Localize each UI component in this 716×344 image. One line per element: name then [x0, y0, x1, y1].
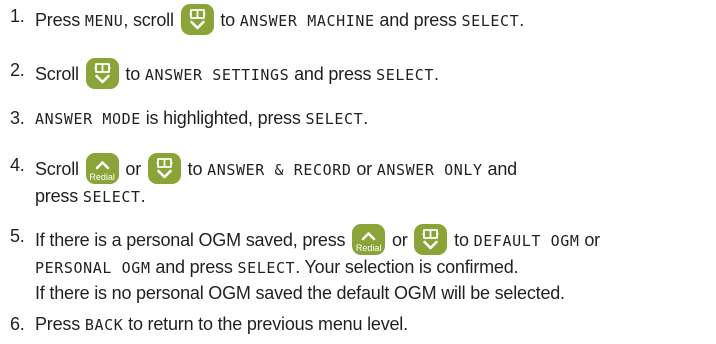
phonebook-down-key-icon — [180, 4, 214, 35]
step-number: 3. — [10, 108, 25, 128]
instruction-text: . — [433, 64, 439, 84]
instruction-text: or — [120, 159, 146, 179]
step-text: Scroll to ANSWER SETTINGS and press SELE… — [35, 58, 715, 89]
instruction-text: or — [351, 159, 377, 179]
step-text: ANSWER MODE is highlighted, press SELECT… — [35, 106, 715, 132]
display-text: PERSONAL OGM — [35, 259, 151, 277]
redial-label: Redial — [89, 172, 115, 182]
display-text: DEFAULT OGM — [473, 232, 580, 250]
instruction-text: Scroll — [35, 159, 84, 179]
instruction-text: to — [449, 230, 474, 250]
display-text: SELECT — [461, 12, 520, 30]
display-text: SELECT — [82, 188, 141, 206]
phonebook-down-key-icon — [414, 224, 448, 255]
step-number: 2. — [10, 60, 25, 80]
step-text: Press MENU, scroll to ANSWER MACHINE and… — [35, 4, 715, 35]
step-text: Press BACK to return to the previous men… — [35, 312, 715, 338]
instruction-text: , scroll — [123, 10, 179, 30]
instruction-text: or — [579, 230, 600, 250]
step-text: If there is a personal OGM saved, press … — [35, 224, 715, 306]
display-text: SELECT — [237, 259, 296, 277]
redial-label: Redial — [355, 243, 382, 253]
instruction-text: Press — [35, 314, 85, 334]
instruction-text: If there is a personal OGM saved, press — [35, 230, 351, 250]
instruction-text: . — [519, 10, 525, 30]
instruction-text: . Your selection is confirmed. — [295, 257, 519, 277]
instruction-text: press — [35, 186, 83, 206]
instruction-text: . — [363, 108, 369, 128]
display-text: BACK — [84, 316, 124, 334]
instruction-text: to — [182, 159, 208, 179]
phonebook-down-key-icon — [85, 58, 119, 89]
display-text: ANSWER SETTINGS — [144, 66, 290, 84]
display-text: SELECT — [376, 66, 434, 84]
display-text: MENU — [84, 12, 124, 30]
step-number: 1. — [10, 6, 25, 26]
phonebook-down-key-icon — [147, 153, 181, 184]
instruction-page: 1. Press MENU, scroll to ANSWER MACHINE … — [0, 0, 716, 344]
display-text: ANSWER ONLY — [376, 161, 483, 179]
instruction-text: or — [387, 230, 413, 250]
instruction-text: and press — [289, 64, 377, 84]
display-text: SELECT — [305, 110, 364, 128]
instruction-text: and — [482, 159, 518, 179]
step-number: 6. — [10, 314, 25, 334]
step-number: 4. — [10, 155, 25, 175]
instruction-text: and press — [150, 257, 238, 277]
display-text: ANSWER MACHINE — [239, 12, 375, 30]
step-number: 5. — [10, 226, 25, 246]
instruction-text: to — [215, 10, 240, 30]
instruction-text: is highlighted, press — [140, 108, 306, 128]
instruction-text: If there is no personal OGM saved the de… — [35, 283, 565, 303]
instruction-text: to return to the previous menu level. — [123, 314, 408, 334]
instruction-text: Press — [35, 10, 85, 30]
display-text: ANSWER & RECORD — [207, 161, 352, 179]
redial-up-key-icon: Redial — [85, 153, 119, 184]
instruction-text: to — [120, 64, 145, 84]
instruction-text: Scroll — [35, 64, 84, 84]
redial-up-key-icon: Redial — [352, 224, 386, 255]
step-text: Scroll Redial or to ANSWER & RECORD or A… — [35, 153, 715, 210]
instruction-text: . — [140, 186, 146, 206]
instruction-text: and press — [374, 10, 462, 30]
display-text: ANSWER MODE — [35, 110, 141, 128]
